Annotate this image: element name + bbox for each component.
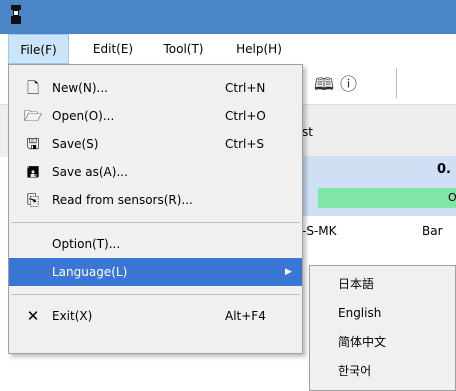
language-label: English xyxy=(338,306,382,320)
tab-label-fragment[interactable]: st xyxy=(302,125,313,139)
read-sensors-icon: ⎘ xyxy=(26,191,39,209)
sensor-value: 0. xyxy=(437,162,451,177)
menu-item-shortcut: Alt+F4 xyxy=(225,309,266,323)
language-label: 日本語 xyxy=(338,277,375,291)
menu-item-read-sensors[interactable]: ⎘ Read from sensors(R)... xyxy=(9,186,302,214)
language-submenu: 日本語 English 简体中文 한국어 xyxy=(309,265,456,391)
menu-separator xyxy=(11,222,300,223)
menu-item-exit[interactable]: ✕ Exit(X) Alt+F4 xyxy=(9,302,302,330)
menu-item-label: Save as(A)... xyxy=(52,165,128,179)
toolbar-separator xyxy=(396,68,397,98)
menu-edit[interactable]: Edit(E) xyxy=(83,34,143,64)
menu-item-label: Save(S) xyxy=(52,137,99,151)
language-option-english[interactable]: English xyxy=(310,299,456,327)
menu-file[interactable]: File(F) xyxy=(8,34,69,64)
menu-item-save-as[interactable]: 🖪 Save as(A)... xyxy=(9,158,302,186)
menu-item-label: Read from sensors(R)... xyxy=(52,193,193,207)
menu-separator xyxy=(11,294,300,295)
menu-item-open[interactable]: 🗁 Open(O)... Ctrl+O xyxy=(9,102,302,130)
submenu-arrow-icon: ▶ xyxy=(285,267,292,277)
menu-item-label: Language(L) xyxy=(52,265,128,279)
title-bar xyxy=(0,0,456,34)
menu-item-label: Option(T)... xyxy=(52,237,121,251)
open-folder-icon: 🗁 xyxy=(23,107,43,125)
menu-item-shortcut: Ctrl+N xyxy=(225,81,266,95)
status-bar xyxy=(318,188,456,208)
new-file-icon: 🗋 xyxy=(26,79,40,97)
column-fragment: Bar xyxy=(422,224,443,238)
manual-book-icon[interactable]: 🕮 xyxy=(314,75,334,95)
menu-item-label: Exit(X) xyxy=(52,309,93,323)
info-icon[interactable]: ⓘ xyxy=(340,75,357,95)
menu-item-save[interactable]: 🖫 Save(S) Ctrl+S xyxy=(9,130,302,158)
app-icon[interactable] xyxy=(11,5,21,24)
save-as-icon: 🖪 xyxy=(26,163,40,181)
language-label: 简体中文 xyxy=(338,335,387,349)
panel-row xyxy=(300,216,456,260)
status-text: O xyxy=(448,191,456,204)
language-label: 한국어 xyxy=(338,364,372,378)
language-option-chinese[interactable]: 简体中文 xyxy=(310,328,456,356)
menu-item-option[interactable]: Option(T)... xyxy=(9,230,302,258)
language-option-korean[interactable]: 한국어 xyxy=(310,357,456,385)
menu-bar: File(F) Edit(E) Tool(T) Help(H) xyxy=(0,34,456,64)
file-menu-dropdown: 🗋 New(N)... Ctrl+N 🗁 Open(O)... Ctrl+O 🖫… xyxy=(8,64,303,354)
menu-item-label: New(N)... xyxy=(52,81,108,95)
save-icon: 🖫 xyxy=(26,135,40,153)
menu-item-shortcut: Ctrl+S xyxy=(225,137,265,151)
menu-item-new[interactable]: 🗋 New(N)... Ctrl+N xyxy=(9,74,302,102)
menu-item-label: Open(O)... xyxy=(52,109,115,123)
close-icon: ✕ xyxy=(26,307,40,325)
menu-item-language[interactable]: Language(L) ▶ xyxy=(9,258,302,286)
language-option-japanese[interactable]: 日本語 xyxy=(310,270,456,298)
menu-help[interactable]: Help(H) xyxy=(223,34,295,64)
menu-tool[interactable]: Tool(T) xyxy=(152,34,215,64)
device-name-fragment: -S-MK xyxy=(302,224,337,238)
menu-item-shortcut: Ctrl+O xyxy=(225,109,266,123)
